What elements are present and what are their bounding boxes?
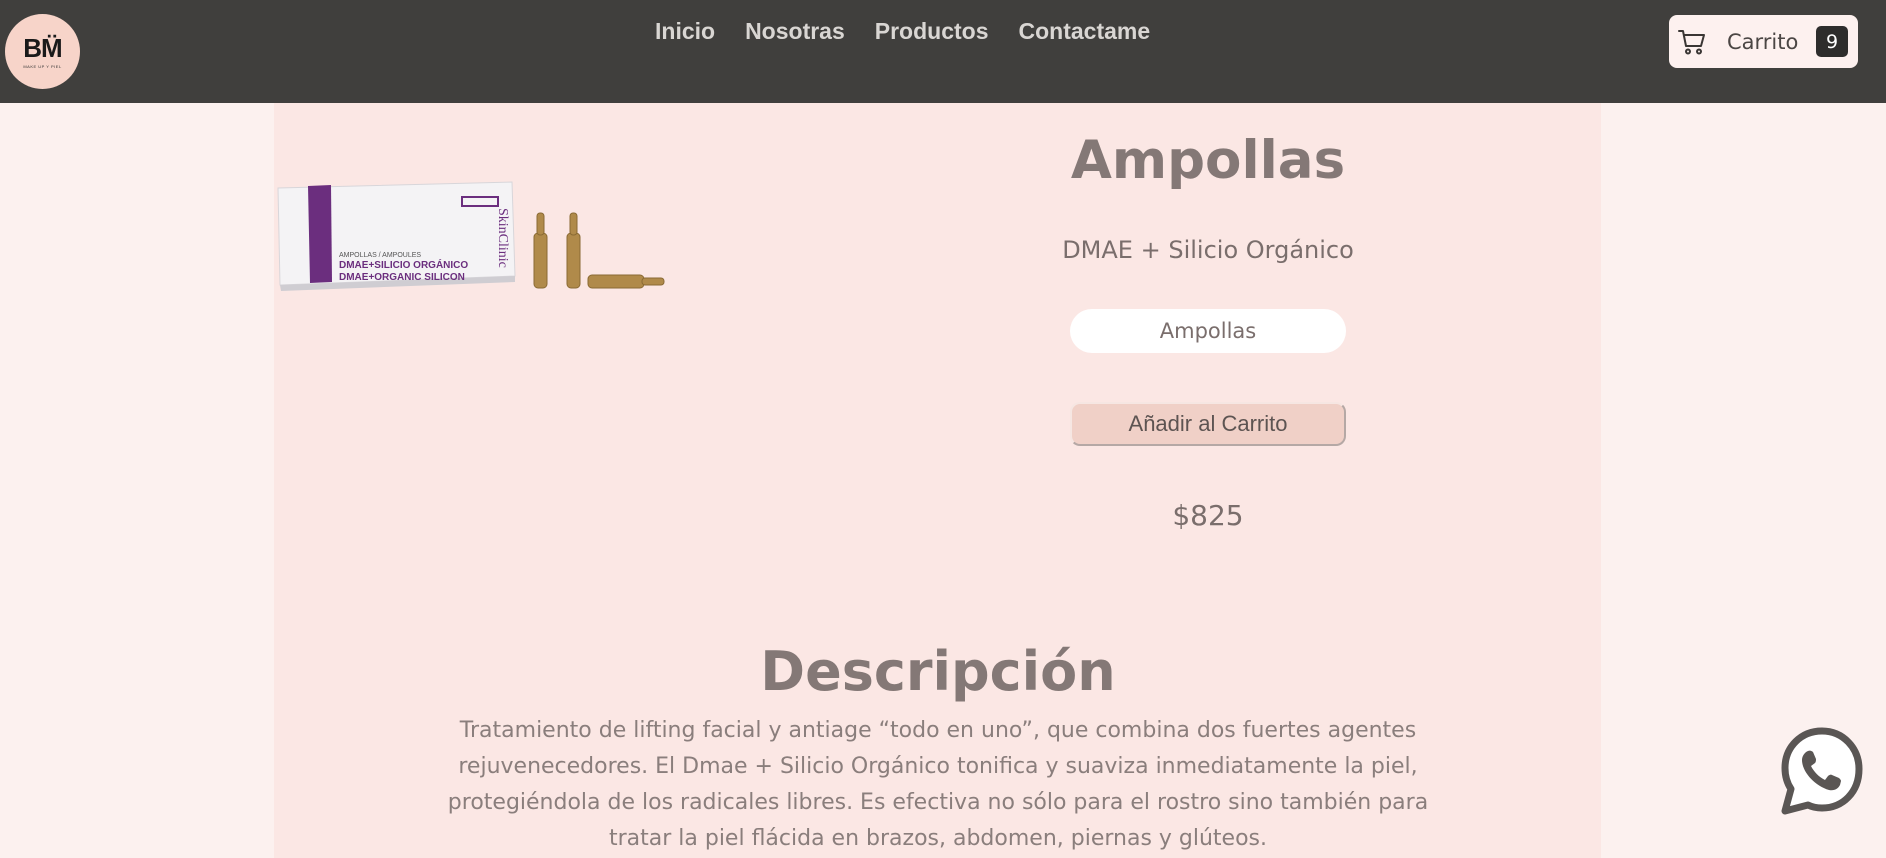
cart-icon	[1677, 27, 1707, 57]
navbar: BM̈ MAKE UP Y PIEL Inicio Nosotras Produ…	[0, 0, 1886, 103]
nav-link-contactame[interactable]: Contactame	[1019, 18, 1151, 45]
product-subtitle: DMAE + Silicio Orgánico	[1062, 236, 1354, 264]
cart-label: Carrito	[1727, 29, 1799, 54]
whatsapp-icon[interactable]	[1779, 726, 1865, 816]
box-line3: DMAE+ORGANIC SILICON	[339, 272, 465, 283]
logo-subtext: MAKE UP Y PIEL	[23, 63, 62, 69]
cart-button[interactable]: Carrito 9	[1669, 15, 1858, 68]
box-line2: DMAE+SILICIO ORGÁNICO	[339, 258, 468, 271]
nav-link-inicio[interactable]: Inicio	[655, 18, 715, 45]
brand-logo[interactable]: BM̈ MAKE UP Y PIEL	[5, 14, 80, 89]
product-title: Ampollas	[1070, 130, 1346, 191]
logo-text: BM̈	[23, 32, 62, 63]
cart-count-badge: 9	[1816, 26, 1848, 57]
main-nav: Inicio Nosotras Productos Contactame	[655, 18, 1150, 45]
add-to-cart-button[interactable]: Añadir al Carrito	[1070, 402, 1346, 446]
category-pill: Ampollas	[1070, 309, 1346, 353]
nav-link-productos[interactable]: Productos	[875, 18, 989, 45]
nav-link-nosotras[interactable]: Nosotras	[745, 18, 845, 45]
box-brand: SkinClinic	[495, 208, 510, 268]
product-price: $825	[1172, 499, 1244, 532]
product-image: AMPOLLAS / AMPOULES DMAE+SILICIO ORGÁNIC…	[275, 170, 675, 300]
description-text: Tratamiento de lifting facial y antiage …	[447, 718, 1429, 851]
description-title: Descripción	[760, 640, 1116, 703]
box-line1: AMPOLLAS / AMPOULES	[339, 252, 421, 259]
